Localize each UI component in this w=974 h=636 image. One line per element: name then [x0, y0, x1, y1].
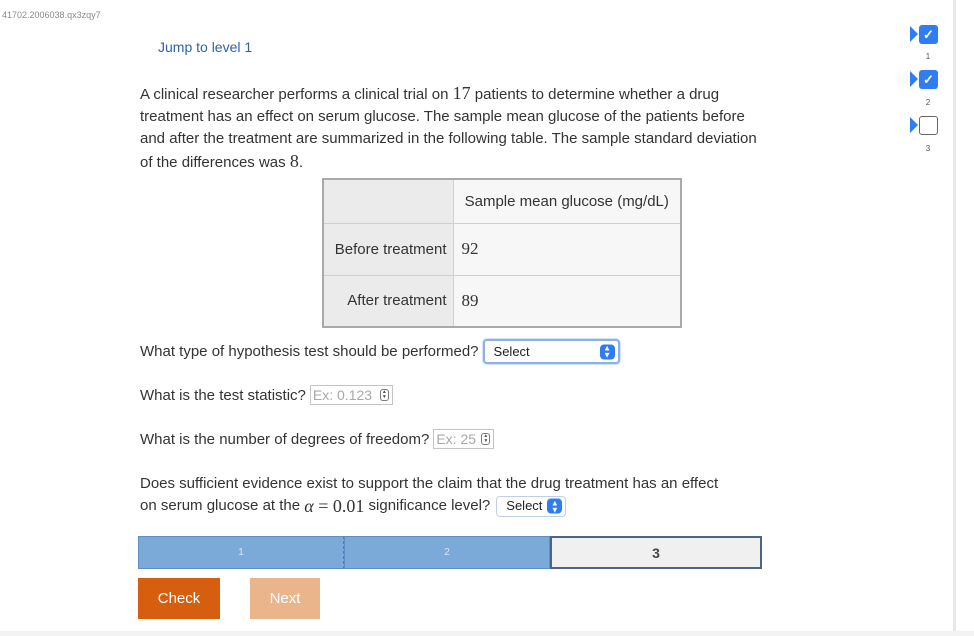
table-row: After treatment 89 [322, 274, 682, 328]
evidence-line-1: Does sufficient evidence exist to suppor… [140, 475, 719, 492]
question-degrees-of-freedom: What is the number of degrees of freedom… [140, 429, 495, 449]
question-test-statistic: What is the test statistic? Ex: 0.123 ▲ ▼ [140, 385, 393, 405]
level-3-checkbox[interactable] [919, 116, 938, 135]
test-type-select-value: Select [493, 344, 530, 359]
progress-segment-1[interactable]: 1 [138, 536, 344, 569]
evidence-select-value: Select [506, 498, 543, 513]
check-icon: ✓ [923, 26, 934, 42]
question-test-type: What type of hypothesis test should be p… [140, 339, 620, 364]
level-3-number: 3 [925, 144, 931, 153]
table-header-row: Sample mean glucose (mg/dL) [322, 178, 682, 224]
before-value-cell: 92 [452, 222, 682, 276]
check-button[interactable]: Check [138, 578, 220, 619]
equals-sign: = [313, 496, 333, 516]
evidence-select[interactable]: Select ▲ ▼ [496, 495, 567, 517]
glucose-table: Sample mean glucose (mg/dL) Before treat… [322, 178, 682, 328]
df-input[interactable]: Ex: 25 ▲ ▼ [433, 429, 495, 449]
jump-to-level-link[interactable]: Jump to level 1 [158, 39, 252, 55]
select-caret-icon: ▲ ▼ [599, 344, 615, 359]
patients-count: 17 [452, 83, 471, 103]
problem-prompt: A clinical researcher performs a clinica… [140, 82, 762, 174]
table-row: Before treatment 92 [322, 222, 682, 276]
spinner-icon[interactable]: ▲ ▼ [379, 389, 389, 401]
test-statistic-placeholder: Ex: 0.123 [312, 387, 373, 403]
prompt-text-1: A clinical researcher performs a clinica… [140, 86, 453, 103]
df-label: What is the number of degrees of freedom… [140, 430, 430, 448]
level-1-number: 1 [925, 52, 931, 61]
test-type-select[interactable]: Select ▲ ▼ [482, 339, 620, 364]
alpha-value: 0.01 [332, 496, 365, 516]
test-statistic-label: What is the test statistic? [140, 386, 306, 404]
level-2-number: 2 [925, 98, 931, 107]
level-1-checkbox[interactable]: ✓ [919, 25, 938, 44]
vertical-scrollbar[interactable] [953, 0, 956, 636]
alpha-symbol: α [304, 496, 314, 516]
evidence-text-b: significance level? [364, 497, 491, 514]
evidence-line-2: on serum glucose at the α = 0.01 signifi… [140, 495, 718, 517]
evidence-text-a: on serum glucose at the [140, 497, 305, 514]
progress-segment-3[interactable]: 3 [550, 536, 762, 569]
test-statistic-input[interactable]: Ex: 0.123 ▲ ▼ [309, 385, 393, 405]
next-button[interactable]: Next [250, 578, 320, 619]
df-placeholder: Ex: 25 [436, 431, 477, 447]
column-header: Sample mean glucose (mg/dL) [452, 178, 682, 224]
question-evidence: Does sufficient evidence exist to suppor… [140, 473, 718, 517]
after-value-cell: 89 [452, 274, 682, 328]
check-icon: ✓ [923, 71, 934, 87]
row-header-after: After treatment [322, 274, 454, 328]
select-caret-icon: ▲ ▼ [547, 498, 563, 514]
test-type-label: What type of hypothesis test should be p… [140, 343, 479, 360]
arrow-right-icon [910, 26, 918, 42]
progress-segment-2[interactable]: 2 [344, 536, 550, 569]
bottom-divider [0, 631, 974, 636]
spinner-icon[interactable]: ▲ ▼ [481, 433, 491, 445]
table-corner-cell [322, 178, 454, 224]
activity-id: 41702.2006038.qx3zqy7 [2, 10, 101, 20]
row-header-before: Before treatment [322, 222, 454, 276]
arrow-right-icon [910, 117, 918, 133]
after-value: 89 [461, 290, 479, 310]
standard-deviation: 8 [289, 151, 299, 171]
progress-bar: 1 2 3 [138, 536, 762, 569]
arrow-right-icon [910, 71, 918, 87]
level-2-checkbox[interactable]: ✓ [919, 70, 938, 89]
before-value: 92 [461, 239, 479, 258]
prompt-text-3: . [298, 154, 303, 171]
